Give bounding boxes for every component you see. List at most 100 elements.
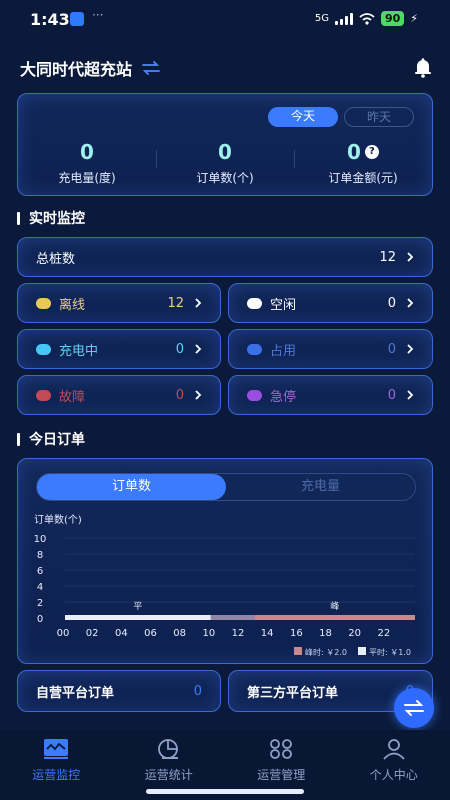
tab-order-count[interactable]: 订单数: [37, 474, 226, 500]
period-band: [65, 615, 211, 620]
status-charging-card[interactable]: 充电中 0: [17, 329, 221, 369]
x-tick-label: 06: [144, 628, 157, 639]
x-tick-label: 20: [348, 628, 361, 639]
signal-icon: [334, 12, 353, 25]
status-dot: [36, 297, 51, 309]
status-label: 空闲: [270, 297, 297, 313]
x-tick-label: 16: [290, 628, 303, 639]
y-tick-label: 4: [37, 582, 43, 593]
status-bar: 1:43 ··· 5G 90 ⚡: [0, 0, 450, 40]
status-value: 0: [387, 387, 396, 403]
status-dot: [247, 389, 262, 401]
charging-icon: ⚡: [410, 12, 418, 25]
chart-metric-toggle: 订单数 充电量: [36, 473, 416, 501]
x-tick-label: 00: [57, 628, 70, 639]
chevron-right-icon: [407, 252, 414, 262]
x-tick-label: 12: [232, 628, 245, 639]
status-fault-card[interactable]: 故障 0: [17, 375, 221, 415]
tab-personal-center[interactable]: 个人中心: [338, 730, 450, 800]
legend-swatch: [294, 647, 302, 655]
station-name: 大同时代超充站: [20, 60, 133, 79]
status-value: 0: [175, 387, 184, 403]
period-label: 峰: [330, 601, 339, 612]
x-tick-label: 22: [377, 628, 390, 639]
chevron-right-icon: [407, 298, 414, 308]
stat-amount: 0 ? 订单金额(元): [294, 140, 432, 186]
tab-charge-amount[interactable]: 充电量: [226, 474, 415, 500]
today-button[interactable]: 今天: [268, 107, 338, 127]
stat-orders-label: 订单数(个): [196, 171, 254, 185]
tab-label: 运营管理: [257, 768, 306, 782]
stat-amount-value: 0: [347, 140, 361, 164]
x-tick-label: 02: [86, 628, 99, 639]
status-right: 5G 90 ⚡: [315, 11, 418, 26]
summary-card: 今天 昨天 0 充电量(度) 0 订单数(个) 0 ? 订单金额(元): [17, 93, 433, 196]
legend-label: 峰时: ￥2.0: [305, 647, 347, 657]
tab-label: 个人中心: [369, 768, 418, 782]
tab-operation-monitor[interactable]: 运营监控: [0, 730, 113, 800]
orders-title: 今日订单: [29, 432, 85, 448]
chevron-right-icon: [407, 390, 414, 400]
status-idle-card[interactable]: 空闲 0: [228, 283, 433, 323]
stat-energy-label: 充电量(度): [58, 171, 116, 185]
total-piles-row[interactable]: 总桩数 12: [17, 237, 433, 277]
y-axis-label: 订单数(个): [34, 513, 82, 526]
chevron-right-icon: [195, 344, 202, 354]
status-emergency-stop-card[interactable]: 急停 0: [228, 375, 433, 415]
tab-label: 运营统计: [144, 768, 193, 782]
app-notification-icon: [70, 12, 84, 26]
y-tick-label: 8: [37, 550, 43, 561]
float-switch-button[interactable]: [394, 688, 434, 728]
yesterday-button[interactable]: 昨天: [344, 107, 414, 127]
legend-swatch: [358, 647, 366, 655]
orders-section-title: 今日订单: [17, 429, 85, 449]
grid-icon: [270, 739, 293, 759]
status-time: 1:43: [30, 10, 70, 29]
status-offline-card[interactable]: 离线 12: [17, 283, 221, 323]
stat-orders: 0 订单数(个): [156, 140, 294, 186]
status-dot: [247, 297, 262, 309]
status-label: 故障: [59, 389, 86, 405]
status-dot: [36, 343, 51, 355]
x-tick-label: 04: [115, 628, 128, 639]
status-value: 0: [175, 341, 184, 357]
self-platform-label: 自营平台订单: [36, 685, 115, 701]
total-piles-label: 总桩数: [36, 251, 76, 267]
stat-amount-value-wrap: 0 ?: [347, 140, 379, 164]
y-tick-label: 6: [37, 566, 43, 577]
self-platform-orders[interactable]: 自营平台订单 0: [17, 670, 221, 712]
section-marker: [17, 432, 20, 446]
legend-label: 平时: ￥1.0: [369, 647, 411, 657]
x-tick-label: 08: [173, 628, 186, 639]
stat-energy: 0 充电量(度): [18, 140, 156, 186]
pie-chart-icon: [157, 739, 178, 759]
section-marker: [17, 211, 20, 225]
self-platform-value: 0: [193, 683, 202, 699]
x-tick-label: 18: [319, 628, 332, 639]
period-band: [210, 615, 255, 620]
switch-station-icon[interactable]: [142, 61, 160, 75]
chevron-right-icon: [407, 344, 414, 354]
battery-level: 90: [380, 11, 405, 26]
bell-icon[interactable]: [412, 56, 434, 78]
status-value: 12: [167, 295, 184, 311]
stat-orders-value: 0: [218, 140, 232, 164]
y-tick-label: 0: [37, 614, 43, 625]
status-value: 0: [387, 295, 396, 311]
realtime-section-title: 实时监控: [17, 208, 85, 228]
home-indicator: [146, 789, 304, 794]
help-icon[interactable]: ?: [364, 145, 379, 159]
status-occupied-card[interactable]: 占用 0: [228, 329, 433, 369]
x-tick-label: 10: [202, 628, 215, 639]
period-band: [254, 615, 415, 620]
y-tick-label: 10: [34, 534, 47, 545]
monitor-icon: [44, 739, 69, 759]
period-label: 平: [133, 601, 142, 612]
chevron-right-icon: [195, 390, 202, 400]
status-label: 离线: [59, 297, 86, 313]
chevron-right-icon: [195, 298, 202, 308]
status-dots: ···: [92, 8, 104, 22]
exchange-icon: [404, 700, 424, 716]
orders-chart: 订单数(个)0246810平 峰00 02 04 06 08 10 12 14 16 18 20 22峰…: [34, 513, 415, 657]
stat-amount-label: 订单金额(元): [328, 171, 398, 185]
